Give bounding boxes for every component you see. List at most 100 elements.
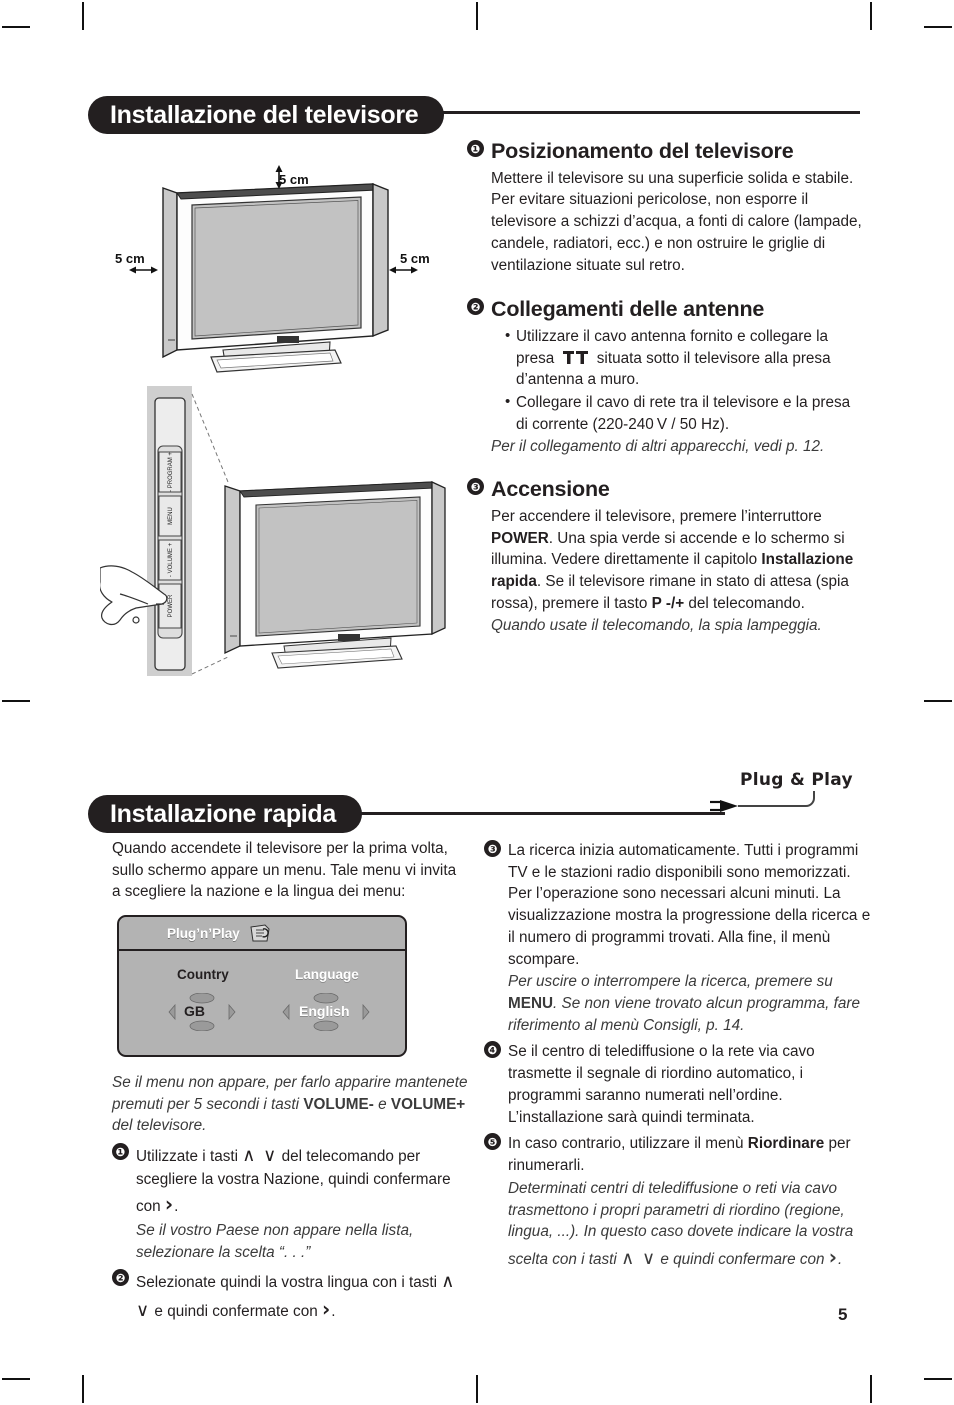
body-collegamenti: Utilizzare il cavo antenna fornito e col… — [491, 325, 866, 458]
osd-body: Country Language GB English — [119, 951, 405, 1053]
note-menu-non-appare: Se il menu non appare, per farlo apparir… — [112, 1072, 468, 1137]
note-centri-b: e quindi confermare con — [656, 1250, 829, 1268]
crop-mark-bottom-right-h — [924, 1378, 952, 1380]
right-item-3-text: La ricerca inizia automaticamente. Tutti… — [508, 840, 874, 1036]
right-item-number-4: ❹ — [484, 1041, 501, 1059]
left-item-number-2: ❷ — [112, 1269, 129, 1287]
section2-right-item-4: ❹ Se il centro di telediffusione o la re… — [484, 1041, 874, 1128]
heading-accensione: Accensione — [491, 477, 610, 502]
section1-banner: Installazione del televisore — [88, 96, 445, 134]
osd-title-bar: Plug’n’Play — [119, 917, 405, 951]
section2-banner-rule — [300, 812, 725, 815]
body-posizionamento: Mettere il televisore su una superficie … — [491, 169, 862, 274]
osd-country-label: Country — [177, 967, 229, 982]
crop-mark-bottom-right-v — [870, 1375, 872, 1403]
left-item-number-1: ❶ — [112, 1143, 129, 1161]
left-item-2-text: Selezionate quindi la vostra lingua con … — [136, 1269, 472, 1323]
bullet-mains-cable: Collegare il cavo di rete tra il televis… — [505, 391, 866, 435]
right-item-5-p1: In caso contrario, utilizzare il menù — [508, 1135, 748, 1153]
section1-item-2: ❷ Collegamenti delle antenne — [467, 298, 867, 322]
section2-left-column-lower: Se il menu non appare, per farlo apparir… — [112, 1072, 472, 1325]
section2-left-item-2: ❷ Selezionate quindi la vostra lingua co… — [112, 1269, 472, 1323]
section1-item-3: ❸ Accensione — [467, 478, 867, 502]
crop-mark-bottom-left-h — [2, 1378, 30, 1380]
crop-mark-top-right-h — [924, 26, 952, 28]
body-accensione: Per accendere il televisore, premere l’i… — [491, 506, 865, 637]
note-ricerca-c: . Se non viene trovato alcun programma, … — [508, 995, 861, 1034]
right-key-icon-3: › — [828, 1244, 839, 1269]
note-centri-telediffusione: Determinati centri di telediffusione o r… — [508, 1178, 874, 1272]
plug-and-play-label: Plug & Play — [740, 770, 853, 790]
item-number-1: ❶ — [467, 140, 484, 157]
note-centri-c: . — [838, 1250, 843, 1268]
tv-side-controls-diagram: - PROGRAM + MENU - VOLUME + POWER — [100, 386, 446, 676]
right-item-5-bold-riordinare: Riordinare — [747, 1135, 825, 1153]
section2-left-column: Quando accendete il televisore per la pr… — [112, 838, 464, 903]
accensione-bold-p: P -/+ — [651, 594, 685, 612]
right-key-icon-2: › — [321, 1296, 332, 1321]
section1-text-column: ❶ Posizionamento del televisore Mettere … — [467, 139, 867, 637]
note-menu-e: del televisore. — [112, 1117, 207, 1135]
osd-language-value[interactable]: English — [299, 1003, 350, 1019]
right-item-3-body: La ricerca inizia automaticamente. Tutti… — [508, 842, 871, 968]
crop-mark-mid-right — [924, 700, 952, 702]
note-altri-apparecchi: Per il collegamento di altri apparecchi,… — [491, 438, 825, 456]
note-menu-c: e — [373, 1095, 391, 1113]
crop-mark-mid-left — [2, 700, 30, 702]
osd-title-text: Plug’n’Play — [167, 925, 240, 941]
svg-text:- VOLUME +: - VOLUME + — [168, 542, 174, 577]
crop-mark-top-center — [476, 2, 478, 30]
right-key-icon-1: › — [164, 1192, 175, 1217]
section1-item-1: ❶ Posizionamento del televisore — [467, 139, 867, 164]
section2-right-column: ❸ La ricerca inizia automaticamente. Tut… — [484, 840, 874, 1273]
crop-mark-top-left-v — [82, 2, 84, 30]
crop-mark-top-right-v — [870, 2, 872, 30]
heading-collegamenti: Collegamenti delle antenne — [491, 297, 765, 322]
osd-country-value[interactable]: GB — [184, 1003, 205, 1019]
up-down-keys-icon-1: ∧ ∨ — [242, 1145, 278, 1167]
plug-cable-icon — [710, 791, 815, 812]
osd-language-label: Language — [295, 967, 359, 982]
page-number: 5 — [838, 1305, 848, 1324]
heading-posizionamento: Posizionamento del televisore — [491, 139, 794, 163]
dimension-label-right: 5 cm — [400, 251, 430, 266]
item-number-3: ❸ — [467, 478, 484, 496]
left-item-2-p3: . — [331, 1302, 336, 1320]
section2-right-item-3: ❸ La ricerca inizia automaticamente. Tut… — [484, 840, 874, 1036]
bullet-antenna-cable: Utilizzare il cavo antenna fornito e col… — [505, 325, 866, 391]
item-number-2: ❷ — [467, 298, 484, 316]
right-item-number-5: ❺ — [484, 1133, 501, 1151]
svg-text:POWER: POWER — [168, 594, 174, 617]
left-item-1-p3: . — [174, 1198, 179, 1216]
right-item-5-text: In caso contrario, utilizzare il menù Ri… — [508, 1133, 874, 1271]
section2-title: Installazione rapida — [110, 799, 337, 828]
svg-text:MENU: MENU — [168, 507, 174, 525]
section2-right-item-5: ❺ In caso contrario, utilizzare il menù … — [484, 1133, 874, 1271]
note-uscire-ricerca: Per uscire o interrompere la ricerca, pr… — [508, 971, 874, 1036]
osd-plug-n-play-menu: Plug’n’Play Country Language GB English — [117, 915, 407, 1057]
accensione-p1: Per accendere il televisore, premere l’i… — [491, 507, 822, 525]
accensione-bold-power: POWER — [491, 529, 549, 547]
accensione-p4: del telecomando. — [684, 594, 805, 612]
section2-banner: Installazione rapida — [88, 795, 363, 833]
left-item-1-text: Utilizzate i tasti ∧ ∨ del telecomando p… — [136, 1143, 472, 1263]
manual-page: Installazione del televisore 5 cm 5 cm 5… — [0, 0, 954, 1405]
right-item-4-text: Se il centro di telediffusione o la rete… — [508, 1043, 815, 1126]
crop-mark-top-left-h — [2, 26, 30, 28]
left-item-2-p1: Selezionate quindi la vostra lingua con … — [136, 1274, 442, 1292]
note-ricerca-a: Per uscire o interrompere la ricerca, pr… — [508, 973, 833, 991]
dimension-label-top: 5 cm — [279, 172, 309, 187]
tv-front-diagram — [129, 165, 418, 373]
plug-n-play-icon — [250, 924, 270, 942]
note-menu-volume-plus: VOLUME+ — [390, 1095, 466, 1113]
section1-title: Installazione del televisore — [110, 100, 419, 129]
svg-text:- PROGRAM +: - PROGRAM + — [168, 452, 174, 492]
left-item-1-p1: Utilizzate i tasti — [136, 1148, 243, 1166]
plug-and-play-logo: Plug & Play — [710, 770, 853, 819]
note-menu-volume-minus: VOLUME- — [303, 1095, 374, 1113]
right-item-number-3: ❸ — [484, 840, 501, 857]
section2-left-item-1: ❶ Utilizzate i tasti ∧ ∨ del telecomando… — [112, 1143, 472, 1263]
left-item-2-p2: e quindi confermate con — [150, 1302, 322, 1320]
section2-intro: Quando accendete il televisore per la pr… — [112, 840, 457, 901]
crop-mark-bottom-left-v — [82, 1375, 84, 1403]
